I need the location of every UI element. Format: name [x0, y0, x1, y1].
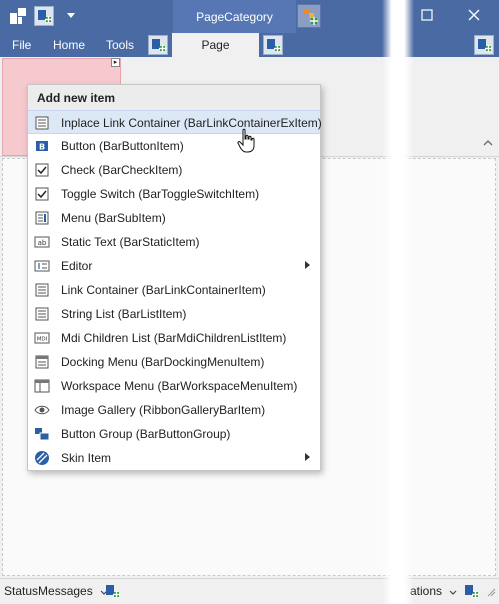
menu-item-label: Editor — [61, 259, 93, 273]
add-page-category-button[interactable] — [297, 4, 321, 28]
eye-icon — [34, 402, 50, 418]
menu-header: Add new item — [28, 85, 320, 111]
menu-item-label: String List (BarListItem) — [61, 307, 187, 321]
add-status-item-right-button[interactable] — [462, 582, 480, 600]
menu-item-label: Mdi Children List (BarMdiChildrenListIte… — [61, 331, 287, 345]
chevron-down-icon[interactable] — [449, 584, 457, 600]
collapse-ribbon-icon[interactable] — [482, 137, 494, 149]
close-button[interactable] — [467, 8, 481, 22]
list-icon — [34, 282, 50, 298]
quick-add-button[interactable] — [34, 6, 54, 26]
svg-text:ab: ab — [38, 239, 47, 247]
svg-text:MDI: MDI — [37, 337, 48, 343]
list-icon — [34, 306, 50, 322]
maximize-button[interactable] — [420, 8, 434, 22]
button-icon: B — [34, 138, 50, 154]
menu-item-label: Static Text (BarStaticItem) — [61, 235, 200, 249]
tab-tools[interactable]: Tools — [106, 33, 134, 57]
workspace-icon — [34, 378, 50, 394]
checkbox-icon — [34, 186, 50, 202]
menu-item[interactable]: Workspace Menu (BarWorkspaceMenuItem) — [28, 374, 320, 398]
menu-item-label: Link Container (BarLinkContainerItem) — [61, 283, 266, 297]
menu-item[interactable]: String List (BarListItem) — [28, 302, 320, 326]
menu-item[interactable]: Docking Menu (BarDockingMenuItem) — [28, 350, 320, 374]
group-caption-button[interactable]: ▸ — [111, 58, 120, 67]
status-right-item[interactable]: ations — [410, 583, 457, 599]
menu-title: Add new item — [37, 91, 116, 105]
docking-icon — [34, 354, 50, 370]
add-page-header-item-button[interactable] — [474, 35, 494, 55]
menu-item-label: Button Group (BarButtonGroup) — [61, 427, 231, 441]
menu-item-label: Image Gallery (RibbonGalleryBarItem) — [61, 403, 266, 417]
menu-item-label: Menu (BarSubItem) — [61, 211, 166, 225]
menu-item-label: Docking Menu (BarDockingMenuItem) — [61, 355, 265, 369]
screenshot-split-band — [382, 0, 414, 604]
button-group-icon — [34, 426, 50, 442]
tab-home[interactable]: Home — [53, 33, 85, 57]
static-text-icon: ab — [34, 234, 50, 250]
menu-item[interactable]: Editor — [28, 254, 320, 278]
menu-item[interactable]: Link Container (BarLinkContainerItem) — [28, 278, 320, 302]
tab-file[interactable]: File — [12, 33, 31, 57]
menu-item[interactable]: Image Gallery (RibbonGalleryBarItem) — [28, 398, 320, 422]
checkbox-icon — [34, 162, 50, 178]
menu-item-label: Inplace Link Container (BarLinkContainer… — [61, 116, 322, 130]
menu-item[interactable]: ab Static Text (BarStaticItem) — [28, 230, 320, 254]
quick-access-dropdown-icon[interactable] — [67, 13, 75, 18]
mdi-icon: MDI — [34, 330, 50, 346]
size-grip-icon[interactable] — [486, 584, 496, 598]
menu-item[interactable]: Button Group (BarButtonGroup) — [28, 422, 320, 446]
status-right-label: ations — [410, 584, 443, 598]
hand-cursor-icon — [237, 128, 255, 154]
menu-item-label: Check (BarCheckItem) — [61, 163, 183, 177]
add-tab-button[interactable] — [148, 35, 168, 55]
submenu-arrow-icon — [305, 453, 310, 461]
tab-page[interactable]: Page — [172, 33, 259, 57]
editor-icon — [34, 258, 50, 274]
menu-item[interactable]: Skin Item — [28, 446, 320, 470]
menu-item[interactable]: Check (BarCheckItem) — [28, 158, 320, 182]
menu-item-label: Skin Item — [61, 451, 112, 465]
svg-text:B: B — [39, 143, 45, 152]
menu-item-label: Button (BarButtonItem) — [61, 139, 184, 153]
submenu-arrow-icon — [305, 261, 310, 269]
list-icon — [34, 115, 50, 131]
submenu-icon — [34, 210, 50, 226]
menu-item[interactable]: MDI Mdi Children List (BarMdiChildrenList… — [28, 326, 320, 350]
menu-item[interactable]: Menu (BarSubItem) — [28, 206, 320, 230]
status-messages-item[interactable]: StatusMessages — [4, 583, 108, 599]
menu-item-label: Toggle Switch (BarToggleSwitchItem) — [61, 187, 260, 201]
menu-item[interactable]: Toggle Switch (BarToggleSwitchItem) — [28, 182, 320, 206]
app-logo-icon — [9, 7, 27, 25]
status-messages-label: StatusMessages — [4, 584, 93, 598]
page-category-label: PageCategory — [173, 0, 296, 33]
add-status-item-button[interactable] — [103, 582, 121, 600]
menu-item-label: Workspace Menu (BarWorkspaceMenuItem) — [61, 379, 298, 393]
add-new-item-menu: Add new item Inplace Link Container (Bar… — [27, 84, 322, 471]
menu-item[interactable]: B Button (BarButtonItem) — [28, 134, 320, 158]
menu-item[interactable]: Inplace Link Container (BarLinkContainer… — [28, 110, 322, 134]
skin-icon — [34, 450, 50, 466]
add-group-button[interactable] — [263, 35, 283, 55]
